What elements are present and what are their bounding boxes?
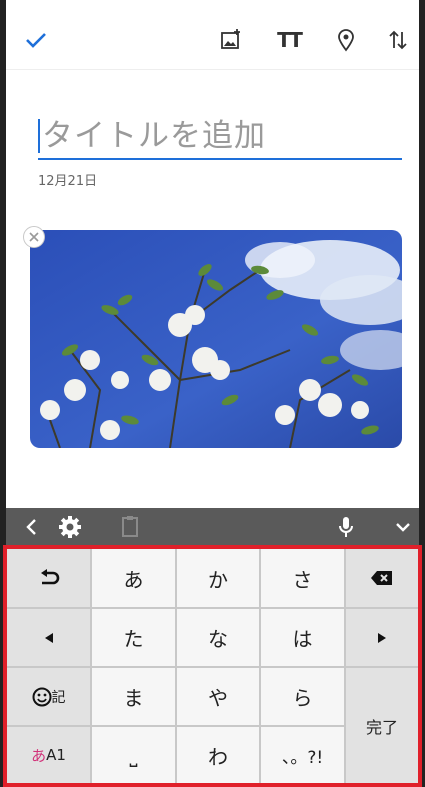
cursor-right-key[interactable]: [346, 609, 418, 666]
smiley-icon: [32, 687, 51, 706]
mode-alpha-label: A1: [46, 746, 66, 764]
backspace-icon: [371, 571, 392, 585]
chevron-left-icon[interactable]: [18, 513, 46, 541]
title-input[interactable]: タイトルを追加: [38, 115, 402, 160]
emoji-symbol-key[interactable]: 記: [7, 668, 90, 725]
close-icon: [29, 232, 39, 242]
right-arrow-icon: [378, 632, 386, 643]
key-na[interactable]: な: [177, 609, 259, 666]
text-format-button[interactable]: TT: [269, 20, 309, 60]
mode-kana-label: あ: [31, 746, 47, 765]
japanese-keyboard: あ か さ た な は 記 ま や ら 完了 あ A1 ⎵ わ 、。?!: [3, 545, 422, 787]
key-ma[interactable]: ま: [92, 668, 175, 725]
title-placeholder: タイトルを追加: [42, 118, 266, 154]
checkmark-icon[interactable]: [16, 20, 56, 60]
key-wa[interactable]: わ: [177, 727, 259, 783]
key-ha[interactable]: は: [261, 609, 344, 666]
remove-photo-button[interactable]: [23, 226, 45, 248]
note-photo[interactable]: [30, 230, 402, 448]
key-ra[interactable]: ら: [261, 668, 344, 725]
gear-icon[interactable]: [56, 513, 84, 541]
key-ta[interactable]: た: [92, 609, 175, 666]
location-pin-icon[interactable]: [326, 20, 366, 60]
keyboard-toolbar: [6, 508, 419, 546]
sort-arrows-icon[interactable]: [378, 20, 418, 60]
note-toolbar: TT: [6, 8, 419, 70]
undo-key[interactable]: [7, 549, 90, 607]
backspace-key[interactable]: [346, 549, 418, 607]
text-cursor: [38, 119, 40, 153]
key-a[interactable]: あ: [92, 549, 175, 607]
chevron-down-icon[interactable]: [389, 513, 417, 541]
key-ka[interactable]: か: [177, 549, 259, 607]
input-mode-key[interactable]: あ A1: [7, 727, 90, 783]
key-sa[interactable]: さ: [261, 549, 344, 607]
microphone-icon[interactable]: [332, 513, 360, 541]
add-image-icon[interactable]: [211, 20, 251, 60]
done-key[interactable]: 完了: [346, 668, 418, 783]
key-ya[interactable]: や: [177, 668, 259, 725]
left-arrow-icon: [44, 632, 53, 643]
text-format-label: TT: [277, 28, 303, 52]
punctuation-key[interactable]: 、。?!: [261, 727, 344, 783]
emoji-key-label: 記: [51, 689, 66, 706]
cursor-left-key[interactable]: [7, 609, 90, 666]
note-date: 12月21日: [38, 174, 98, 189]
space-key[interactable]: ⎵: [92, 727, 175, 783]
clipboard-icon[interactable]: [116, 513, 144, 541]
undo-icon: [40, 569, 59, 585]
